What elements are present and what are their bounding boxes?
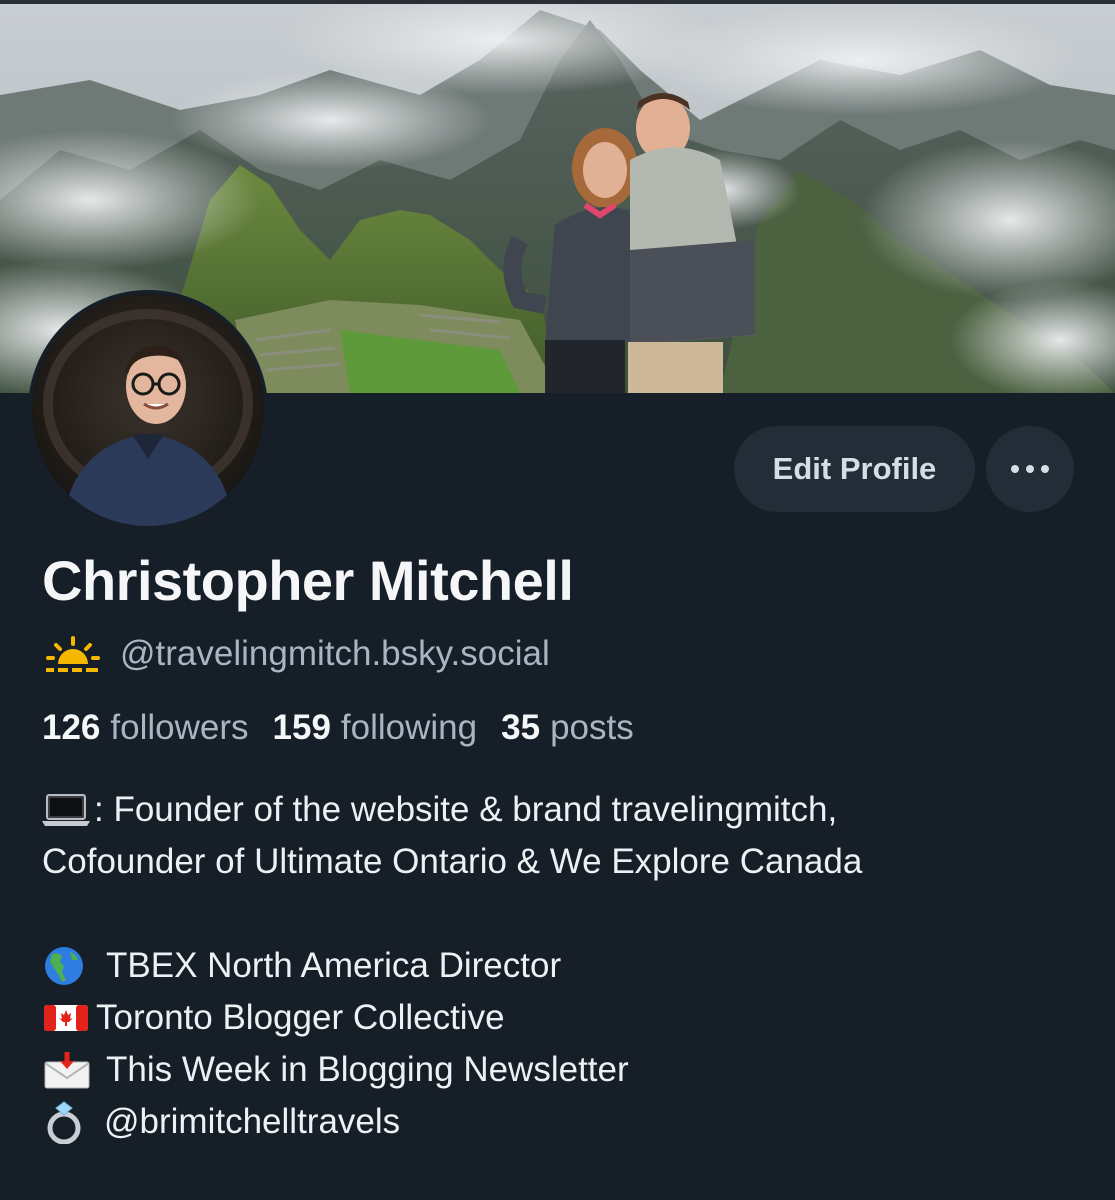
ellipsis-dot (1026, 465, 1034, 473)
following-label[interactable]: following (341, 708, 477, 748)
profile-stats: 126 followers 159 following 35 posts (42, 708, 658, 748)
bio-line-2: Cofounder of Ultimate Ontario & We Explo… (42, 836, 1082, 888)
bio-text-6[interactable]: @brimitchelltravels (104, 1102, 400, 1142)
sunrise-icon (46, 636, 100, 672)
more-options-button[interactable] (986, 426, 1074, 512)
profile-avatar[interactable] (28, 290, 268, 530)
bio-line-5: This Week in Blogging Newsletter (42, 1044, 1082, 1096)
followers-label[interactable]: followers (110, 708, 248, 748)
handle-row: @travelingmitch.bsky.social (44, 634, 550, 674)
ellipsis-dot (1041, 465, 1049, 473)
bio-spacer (42, 888, 1082, 940)
posts-count: 35 (501, 708, 541, 747)
bio-line-3: TBEX North America Director (42, 940, 1082, 992)
bio-text-3: TBEX North America Director (106, 946, 562, 985)
globe-americas-icon (45, 947, 83, 985)
profile-page: Edit Profile Christopher Mitchell @trave… (0, 0, 1115, 1200)
bio-line-4: Toronto Blogger Collective (42, 992, 1082, 1044)
canada-flag-icon (44, 1005, 88, 1031)
followers-count[interactable]: 126 (42, 708, 100, 748)
bio-text-1: : Founder of the website & brand traveli… (94, 790, 838, 829)
bio-text-2: Cofounder of Ultimate Ontario & We Explo… (42, 842, 863, 881)
handle-text[interactable]: @travelingmitch.bsky.social (120, 634, 550, 674)
bio-text-4: Toronto Blogger Collective (96, 998, 505, 1037)
ellipsis-icon (1011, 465, 1019, 473)
bio-line-6: @brimitchelltravels (42, 1096, 1082, 1148)
bio-text-5: This Week in Blogging Newsletter (106, 1050, 629, 1089)
edit-profile-button[interactable]: Edit Profile (734, 426, 975, 512)
following-count[interactable]: 159 (273, 708, 331, 748)
profile-bio: : Founder of the website & brand traveli… (42, 784, 1082, 1148)
posts-label: posts (550, 708, 634, 747)
ring-icon (47, 1101, 81, 1144)
envelope-arrow-icon (44, 1052, 90, 1089)
laptop-icon (42, 794, 90, 826)
bio-line-1: : Founder of the website & brand traveli… (42, 784, 1082, 836)
display-name: Christopher Mitchell (42, 549, 574, 612)
avatar-image (32, 294, 264, 526)
